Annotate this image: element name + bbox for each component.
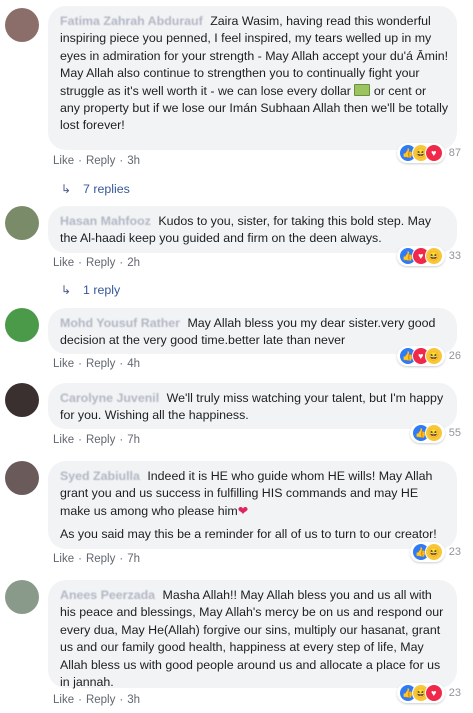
comment-author[interactable]: Mohd Yousuf Rather — [60, 316, 180, 330]
like-link[interactable]: Like — [53, 257, 74, 269]
separator: · — [119, 358, 124, 370]
view-replies-link[interactable]: ↳ 1 reply — [61, 283, 120, 297]
avatar[interactable] — [5, 461, 39, 495]
avatar[interactable] — [5, 383, 39, 417]
separator: · — [78, 553, 82, 565]
comment-bubble: Syed Zabiulla Indeed it is HE who guide … — [48, 461, 457, 549]
love-reaction-icon: ♥ — [424, 144, 443, 162]
reply-link[interactable]: Reply — [86, 434, 115, 446]
separator: · — [119, 434, 124, 446]
reaction-count: 23 — [448, 546, 461, 558]
separator: · — [78, 694, 82, 706]
reaction-summary[interactable]: 👍 😆 23 — [409, 542, 461, 562]
reaction-count: 55 — [448, 427, 461, 439]
haha-reaction-icon: 😆 — [424, 247, 443, 265]
haha-reaction-icon: 😆 — [424, 424, 443, 442]
reaction-summary[interactable]: 👍 😆 ♥ 23 — [396, 683, 461, 703]
timestamp[interactable]: 3h — [127, 155, 140, 167]
reply-arrow-icon: ↳ — [61, 283, 72, 297]
comment-actions: Like · Reply · 3h — [53, 155, 140, 167]
timestamp[interactable]: 7h — [127, 553, 140, 565]
reaction-count: 87 — [448, 147, 461, 159]
avatar[interactable] — [5, 206, 39, 240]
comment-bubble: Mohd Yousuf Rather May Allah bless you m… — [48, 308, 457, 354]
heart-emoji-icon: ❤ — [237, 503, 249, 518]
comment-author[interactable]: Anees Peerzada — [60, 588, 155, 602]
like-link[interactable]: Like — [53, 434, 74, 446]
money-emoji-icon — [354, 83, 371, 96]
separator: · — [78, 155, 82, 167]
reply-link[interactable]: Reply — [86, 553, 115, 565]
replies-count: 1 reply — [83, 283, 121, 297]
comment-actions: Like · Reply · 7h — [53, 434, 140, 446]
comment-text: Masha Allah!! May Allah bless you and us… — [60, 588, 444, 690]
reaction-summary[interactable]: 👍 ♥ 😆 26 — [396, 346, 461, 366]
timestamp[interactable]: 7h — [127, 434, 140, 446]
comment-author[interactable]: Fatima Zahrah Abdurauf — [60, 14, 203, 28]
like-link[interactable]: Like — [53, 358, 74, 370]
comment-bubble: Carolyne Juvenil We'll truly miss watchi… — [48, 383, 457, 429]
reply-link[interactable]: Reply — [86, 694, 115, 706]
reply-link[interactable]: Reply — [86, 155, 115, 167]
separator: · — [78, 257, 82, 269]
separator: · — [119, 257, 124, 269]
separator: · — [119, 553, 124, 565]
comment-actions: Like · Reply · 2h — [53, 257, 140, 269]
reaction-count: 23 — [448, 687, 461, 699]
replies-count: 7 replies — [83, 182, 130, 196]
comment-bubble: Anees Peerzada Masha Allah!! May Allah b… — [48, 580, 457, 690]
timestamp[interactable]: 2h — [127, 257, 140, 269]
reaction-count: 33 — [448, 250, 461, 262]
comment-actions: Like · Reply · 3h — [53, 694, 140, 706]
comment-author[interactable]: Syed Zabiulla — [60, 469, 140, 483]
comment-bubble: Fatima Zahrah Abdurauf Zaira Wasim, havi… — [48, 6, 457, 150]
reaction-summary[interactable]: 👍 ♥ 😆 33 — [396, 246, 461, 266]
reaction-count: 26 — [448, 350, 461, 362]
avatar[interactable] — [5, 580, 39, 614]
timestamp[interactable]: 3h — [127, 694, 140, 706]
like-link[interactable]: Like — [53, 553, 74, 565]
timestamp[interactable]: 4h — [127, 358, 140, 370]
separator: · — [78, 358, 82, 370]
reply-arrow-icon: ↳ — [61, 182, 72, 196]
comment-actions: Like · Reply · 7h — [53, 553, 140, 565]
reply-link[interactable]: Reply — [86, 358, 115, 370]
love-reaction-icon: ♥ — [424, 684, 443, 702]
separator: · — [78, 434, 82, 446]
avatar[interactable] — [5, 308, 39, 342]
reply-link[interactable]: Reply — [86, 257, 115, 269]
separator: · — [119, 694, 124, 706]
comment-author[interactable]: Hasan Mahfooz — [60, 214, 151, 228]
reaction-summary[interactable]: 👍 😆 55 — [409, 423, 461, 443]
like-link[interactable]: Like — [53, 155, 74, 167]
comment-author[interactable]: Carolyne Juvenil — [60, 391, 159, 405]
view-replies-link[interactable]: ↳ 7 replies — [61, 182, 130, 196]
haha-reaction-icon: 😆 — [424, 543, 443, 561]
avatar[interactable] — [5, 8, 39, 42]
comment-bubble: Hasan Mahfooz Kudos to you, sister, for … — [48, 206, 457, 253]
comment-actions: Like · Reply · 4h — [53, 358, 140, 370]
reaction-summary[interactable]: 👍 😆 ♥ 87 — [396, 143, 461, 163]
haha-reaction-icon: 😆 — [424, 347, 443, 365]
like-link[interactable]: Like — [53, 694, 74, 706]
comment-text: As you said may this be a reminder for a… — [60, 527, 437, 542]
separator: · — [119, 155, 124, 167]
